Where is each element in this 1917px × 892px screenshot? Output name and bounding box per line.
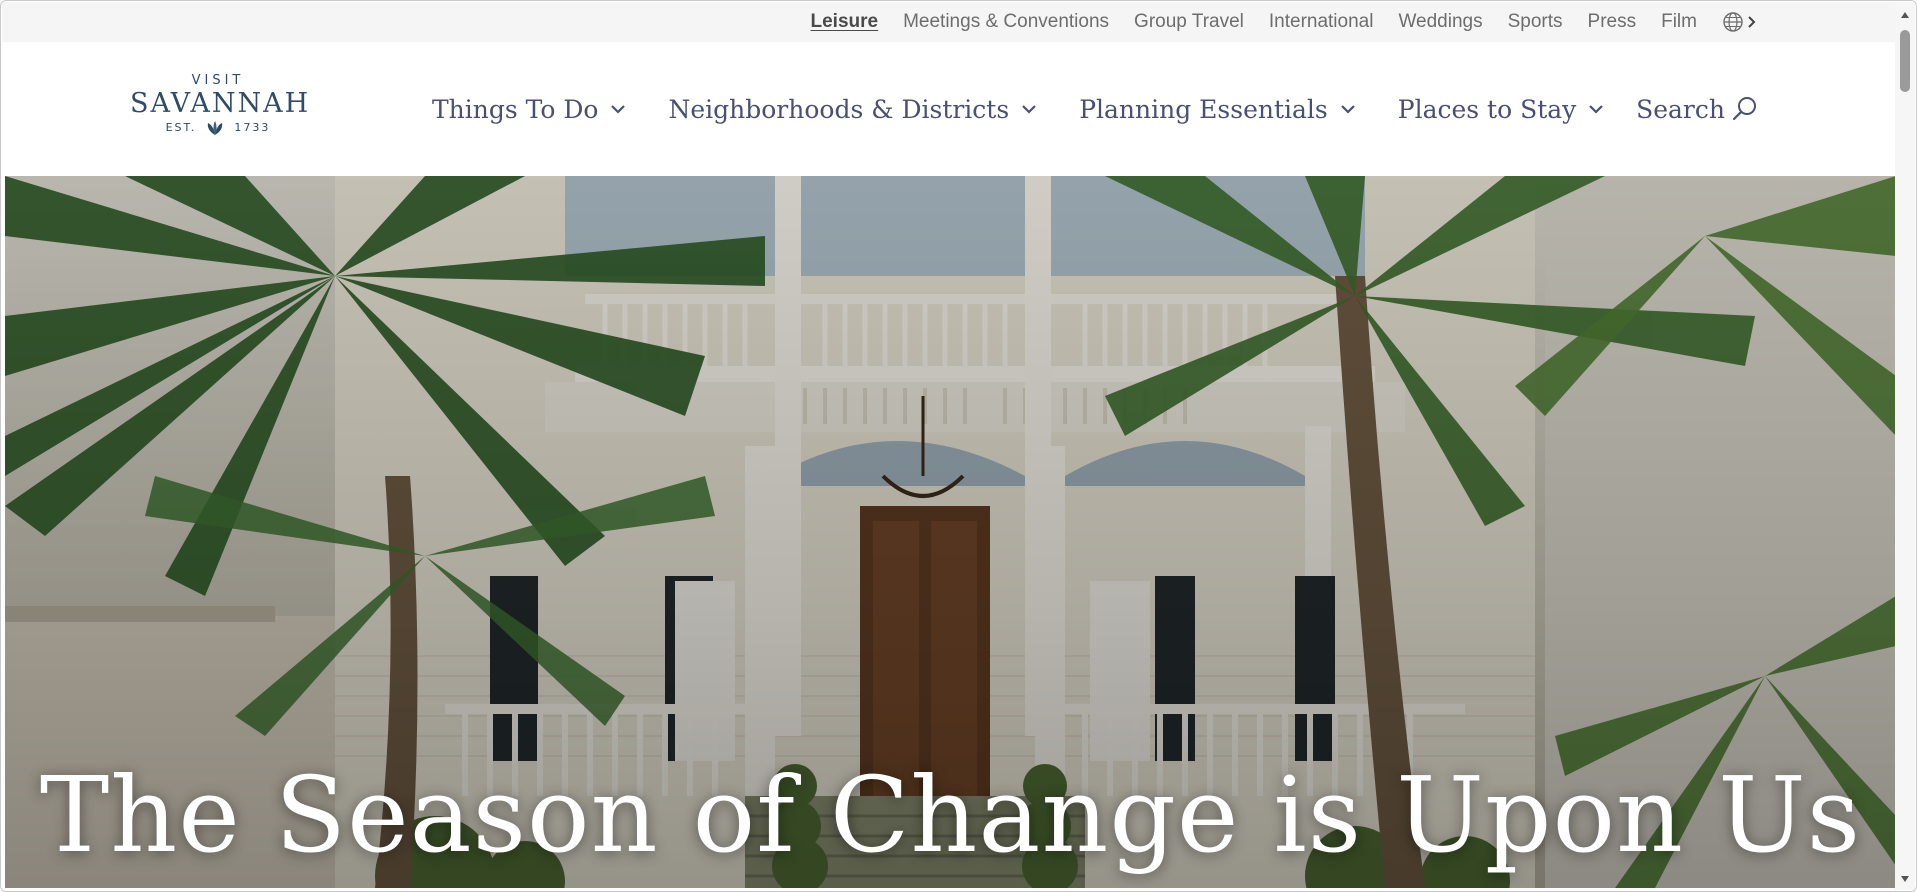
triangle-up-icon bbox=[1901, 12, 1909, 18]
utility-nav: Leisure Meetings & Conventions Group Tra… bbox=[811, 2, 1758, 42]
browser-viewport: Leisure Meetings & Conventions Group Tra… bbox=[0, 0, 1917, 892]
logo-est-row: EST. 1733 bbox=[130, 120, 306, 136]
nav-label: Planning Essentials bbox=[1079, 94, 1328, 124]
chevron-right-icon bbox=[1748, 16, 1756, 28]
triangle-down-icon bbox=[1901, 876, 1909, 882]
search-icon bbox=[1732, 97, 1756, 121]
utility-link-leisure[interactable]: Leisure bbox=[811, 11, 879, 33]
chevron-down-icon bbox=[611, 105, 626, 114]
scroll-thumb[interactable] bbox=[1900, 30, 1910, 92]
logo-est-text: EST. bbox=[165, 121, 197, 134]
utility-link-international[interactable]: International bbox=[1269, 11, 1374, 33]
nav-item-neighborhoods[interactable]: Neighborhoods & Districts bbox=[668, 95, 1037, 124]
language-switcher[interactable] bbox=[1722, 11, 1757, 33]
nav-label: Places to Stay bbox=[1397, 94, 1577, 124]
chevron-down-icon bbox=[1022, 105, 1036, 114]
nav-label: Neighborhoods & Districts bbox=[668, 94, 1010, 124]
scroll-up-arrow[interactable] bbox=[1895, 6, 1915, 24]
utility-link-press[interactable]: Press bbox=[1588, 11, 1637, 33]
utility-link-group-travel[interactable]: Group Travel bbox=[1134, 11, 1244, 33]
globe-icon bbox=[1723, 12, 1743, 32]
utility-link-sports[interactable]: Sports bbox=[1508, 11, 1563, 33]
utility-link-weddings[interactable]: Weddings bbox=[1398, 11, 1482, 33]
leaf-icon bbox=[208, 121, 223, 135]
hero-banner: The Season of Change is Upon Us bbox=[5, 176, 1896, 888]
chevron-down-icon bbox=[1340, 105, 1355, 114]
search-button[interactable]: Search bbox=[1636, 42, 1759, 176]
vertical-scrollbar[interactable] bbox=[1895, 2, 1915, 890]
nav-item-things-to-do[interactable]: Things To Do bbox=[432, 95, 626, 124]
utility-bar: Leisure Meetings & Conventions Group Tra… bbox=[2, 2, 1897, 42]
logo-year-text: 1733 bbox=[234, 121, 271, 134]
hero-title: The Season of Change is Upon Us bbox=[39, 754, 1862, 876]
logo-name-text: SAVANNAH bbox=[130, 88, 311, 119]
utility-link-meetings[interactable]: Meetings & Conventions bbox=[903, 11, 1109, 33]
search-label: Search bbox=[1636, 94, 1725, 124]
main-nav: Things To Do Neighborhoods & Districts P… bbox=[432, 42, 1604, 176]
site-logo[interactable]: VISIT SAVANNAH EST. 1733 bbox=[130, 73, 311, 136]
site-header: VISIT SAVANNAH EST. 1733 Things To Do Ne… bbox=[2, 42, 1897, 176]
nav-label: Things To Do bbox=[432, 94, 599, 124]
nav-item-planning-essentials[interactable]: Planning Essentials bbox=[1079, 95, 1356, 124]
nav-item-places-to-stay[interactable]: Places to Stay bbox=[1398, 95, 1605, 124]
scroll-down-arrow[interactable] bbox=[1895, 870, 1915, 888]
chevron-down-icon bbox=[1589, 105, 1604, 114]
logo-visit-text: VISIT bbox=[191, 73, 245, 88]
utility-link-film[interactable]: Film bbox=[1661, 11, 1697, 33]
